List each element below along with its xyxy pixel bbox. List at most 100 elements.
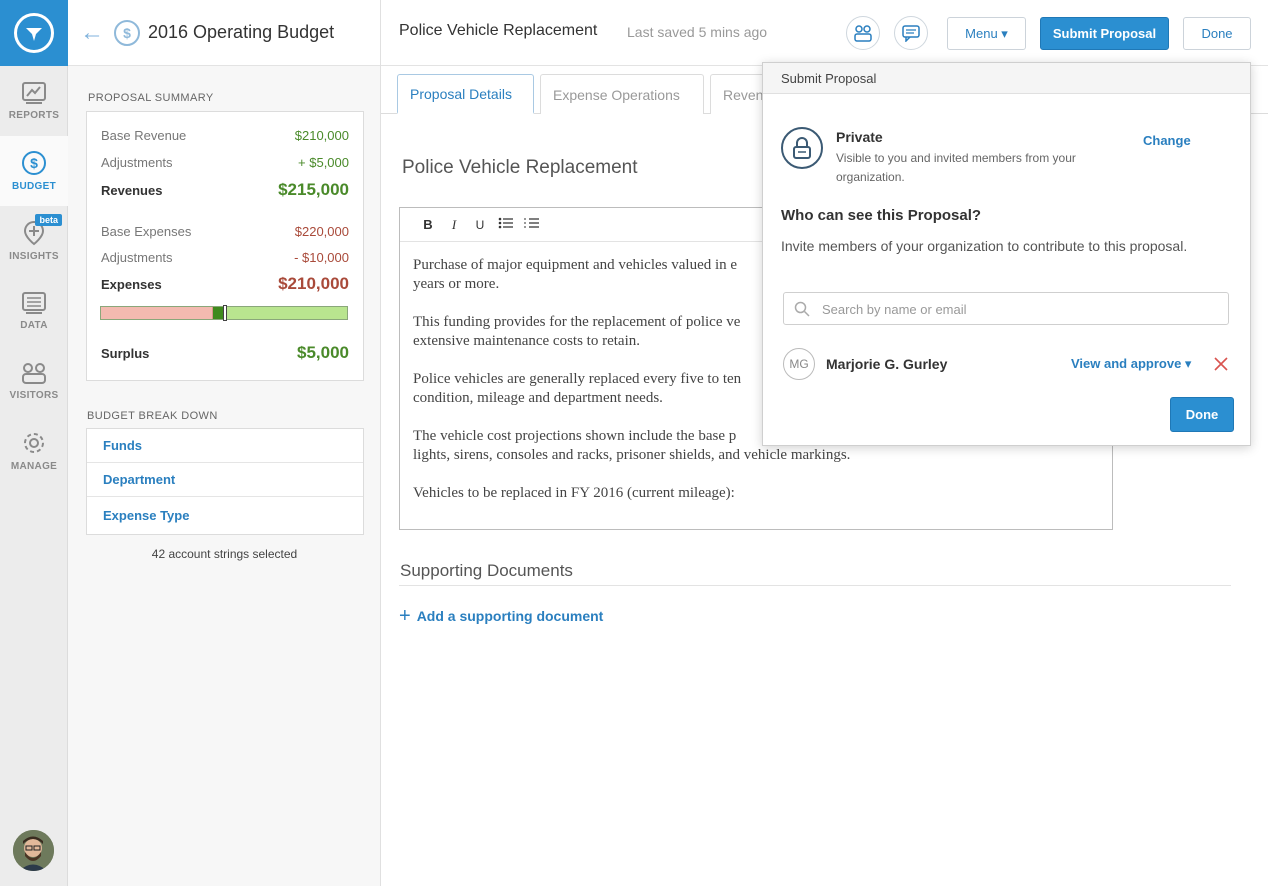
nav-data-label: DATA <box>20 320 48 331</box>
account-strings-count: 42 account strings selected <box>151 547 298 561</box>
base-revenue-value: $210,000 <box>294 128 349 143</box>
numbered-list-button[interactable] <box>524 217 540 232</box>
breakdown-expense-type[interactable]: Expense Type <box>87 497 363 534</box>
revenue-adjustments-label: Adjustments <box>101 155 173 170</box>
tab-expense-operations[interactable]: Expense Operations <box>540 74 704 114</box>
paragraph-2-line-2: extensive maintenance costs to retain. <box>413 333 640 349</box>
search-icon <box>794 301 810 317</box>
breakdown-department[interactable]: Department <box>87 463 363 497</box>
tab-proposal-details[interactable]: Proposal Details <box>397 74 534 114</box>
base-revenue-label: Base Revenue <box>101 128 187 143</box>
comments-button[interactable] <box>894 16 928 50</box>
numbered-list-icon <box>524 218 539 228</box>
done-button[interactable]: Done <box>1183 17 1251 50</box>
budget-header: ← $ 2016 Operating Budget <box>68 0 380 66</box>
supporting-documents-title: Supporting Documents <box>400 561 573 580</box>
data-icon <box>22 292 46 314</box>
bullet-list-button[interactable] <box>498 217 514 232</box>
member-name: Marjorie G. Gurley <box>826 356 948 372</box>
surplus-value: $5,000 <box>297 343 349 362</box>
nav-visitors[interactable]: VISITORS <box>0 346 68 416</box>
budget-dollar-icon: $ <box>114 19 140 46</box>
surplus-balance-bar <box>100 305 348 321</box>
paragraph-4-line-1: The vehicle cost projections shown inclu… <box>413 428 737 444</box>
submit-proposal-popover: Submit Proposal Private Visible to you a… <box>762 62 1251 446</box>
member-search-input[interactable] <box>822 299 1202 319</box>
beta-badge: beta <box>35 214 62 226</box>
paragraph-3-line-2: condition, mileage and department needs. <box>413 390 663 406</box>
popover-title: Submit Proposal <box>763 63 1250 94</box>
last-saved-status: Last saved 5 mins ago <box>627 24 768 40</box>
base-expenses-label: Base Expenses <box>101 224 192 239</box>
nav-reports[interactable]: REPORTS <box>0 66 68 136</box>
user-avatar[interactable] <box>13 830 54 871</box>
nav-manage[interactable]: MANAGE <box>0 416 68 486</box>
tab-revenue[interactable]: Reven <box>710 74 770 114</box>
base-revenue-row: Base Revenue $210,000 <box>101 128 349 143</box>
privacy-title: Private <box>836 129 883 145</box>
nav-insights[interactable]: beta INSIGHTS <box>0 206 68 276</box>
bullet-list-icon <box>498 217 513 229</box>
expenses-label: Expenses <box>101 276 162 292</box>
logo-icon <box>14 13 54 53</box>
proposal-summary-card: Base Revenue $210,000 Adjustments + $5,0… <box>86 111 364 381</box>
balance-bar-marker <box>223 305 227 321</box>
expense-adjustments-label: Adjustments <box>101 250 173 265</box>
paragraph-1-line-2: years or more. <box>413 276 500 292</box>
reports-icon <box>22 82 46 104</box>
base-expenses-row: Base Expenses $220,000 <box>101 224 349 239</box>
invite-description: Invite members of your organization to c… <box>781 238 1188 254</box>
summary-section-title: PROPOSAL SUMMARY <box>88 92 214 104</box>
app-logo[interactable] <box>0 0 68 66</box>
paragraph-5-line-1: Vehicles to be replaced in FY 2016 (curr… <box>413 485 735 501</box>
supporting-divider <box>399 585 1231 586</box>
menu-button[interactable]: Menu ▾ <box>947 17 1026 50</box>
collaborators-button[interactable] <box>846 16 880 50</box>
visitors-icon <box>22 363 46 384</box>
revenues-label: Revenues <box>101 182 163 198</box>
who-can-see-heading: Who can see this Proposal? <box>781 207 982 224</box>
back-arrow-icon[interactable]: ← <box>80 19 114 47</box>
main-header: Police Vehicle Replacement Last saved 5 … <box>381 0 1268 66</box>
paragraph-1-line-1: Purchase of major equipment and vehicles… <box>413 257 738 273</box>
popover-done-button[interactable]: Done <box>1170 397 1234 432</box>
comment-icon <box>902 25 920 42</box>
member-permission-dropdown[interactable]: View and approve ▾ <box>1071 356 1191 372</box>
surplus-label: Surplus <box>101 345 150 361</box>
member-avatar: MG <box>783 348 815 380</box>
nav-visitors-label: VISITORS <box>9 390 59 401</box>
nav-budget-label: BUDGET <box>11 181 57 192</box>
surplus-row: Surplus $5,000 <box>101 343 349 363</box>
breakdown-section-title: BUDGET BREAK DOWN <box>87 410 218 422</box>
nav-manage-label: MANAGE <box>10 461 58 472</box>
expense-adjustments-value: - $10,000 <box>294 250 349 265</box>
remove-member-icon[interactable] <box>1213 356 1229 377</box>
lock-icon <box>781 127 823 169</box>
paragraph-3-line-1: Police vehicles are generally replaced e… <box>413 371 742 387</box>
member-search-field[interactable] <box>783 292 1229 325</box>
underline-button[interactable]: U <box>472 218 488 232</box>
bold-button[interactable]: B <box>420 217 436 232</box>
submit-proposal-button[interactable]: Submit Proposal <box>1040 17 1169 50</box>
gear-icon <box>24 433 44 453</box>
privacy-description: Visible to you and invited members from … <box>836 151 1076 184</box>
change-privacy-link[interactable]: Change <box>1143 133 1191 148</box>
nav-data[interactable]: DATA <box>0 276 68 346</box>
proposal-header-title: Police Vehicle Replacement <box>399 22 598 39</box>
add-supporting-document-link[interactable]: + Add a supporting document <box>399 606 604 626</box>
add-supporting-document-label: Add a supporting document <box>416 608 604 624</box>
paragraph-4-line-2: lights, sirens, consoles and racks, pris… <box>413 447 851 463</box>
revenue-adjustments-value: + $5,000 <box>298 155 349 170</box>
base-expenses-value: $220,000 <box>294 224 349 239</box>
proposal-title[interactable]: Police Vehicle Replacement <box>402 157 638 179</box>
nav-reports-label: REPORTS <box>8 110 60 121</box>
revenues-row: Revenues $215,000 <box>101 180 349 200</box>
budget-icon: $ <box>22 151 46 175</box>
nav-budget[interactable]: $ BUDGET <box>0 136 68 206</box>
revenue-adjustments-row: Adjustments + $5,000 <box>101 155 349 170</box>
italic-button[interactable]: I <box>446 217 462 233</box>
paragraph-2-line-1: This funding provides for the replacemen… <box>413 314 741 330</box>
nav-insights-label: INSIGHTS <box>9 251 59 262</box>
breakdown-funds[interactable]: Funds <box>87 429 363 463</box>
balance-bar-negative <box>101 307 213 319</box>
